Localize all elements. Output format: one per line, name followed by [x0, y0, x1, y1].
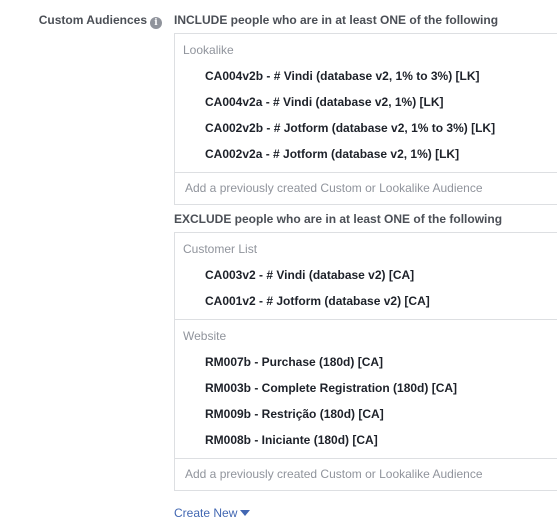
- audience-item[interactable]: CA004v2b - # Vindi (database v2, 1% to 3…: [175, 63, 557, 89]
- exclude-group-website: Website RM007b - Purchase (180d) [CA] RM…: [175, 320, 557, 459]
- create-new-label: Create New: [174, 506, 238, 520]
- include-audience-search-input[interactable]: Add a previously created Custom or Looka…: [175, 173, 557, 204]
- audience-item[interactable]: CA001v2 - # Jotform (database v2) [CA]: [175, 288, 557, 314]
- group-title: Customer List: [183, 242, 258, 256]
- include-audience-box: Lookalike CA004v2b - # Vindi (database v…: [174, 33, 557, 205]
- caret-down-icon: [240, 510, 251, 516]
- audience-item[interactable]: RM009b - Restrição (180d) [CA]: [175, 401, 557, 427]
- custom-audiences-label: Custom Audiences i: [0, 13, 162, 29]
- audience-item[interactable]: CA002v2a - # Jotform (database v2, 1%) […: [175, 141, 557, 167]
- include-group-lookalike: Lookalike CA004v2b - # Vindi (database v…: [175, 34, 557, 173]
- audience-item[interactable]: RM003b - Complete Registration (180d) [C…: [175, 375, 557, 401]
- audience-item[interactable]: CA002v2b - # Jotform (database v2, 1% to…: [175, 115, 557, 141]
- group-title: Lookalike: [183, 43, 234, 57]
- exclude-audience-box: Customer List CA003v2 - # Vindi (databas…: [174, 232, 557, 491]
- exclude-group-customer-list: Customer List CA003v2 - # Vindi (databas…: [175, 233, 557, 320]
- audience-item[interactable]: CA003v2 - # Vindi (database v2) [CA]: [175, 262, 557, 288]
- audience-item[interactable]: RM007b - Purchase (180d) [CA]: [175, 349, 557, 375]
- group-title: Website: [183, 329, 227, 343]
- exclude-section-title: EXCLUDE people who are in at least ONE o…: [174, 212, 503, 226]
- exclude-audience-search-input[interactable]: Add a previously created Custom or Looka…: [175, 459, 557, 490]
- audience-item[interactable]: RM008b - Iniciante (180d) [CA]: [175, 427, 557, 453]
- audience-item[interactable]: CA004v2a - # Vindi (database v2, 1%) [LK…: [175, 89, 557, 115]
- custom-audiences-label-text: Custom Audiences: [38, 13, 147, 27]
- info-icon[interactable]: i: [150, 17, 162, 29]
- create-new-button[interactable]: Create New: [174, 506, 251, 520]
- include-section-title: INCLUDE people who are in at least ONE o…: [174, 13, 499, 27]
